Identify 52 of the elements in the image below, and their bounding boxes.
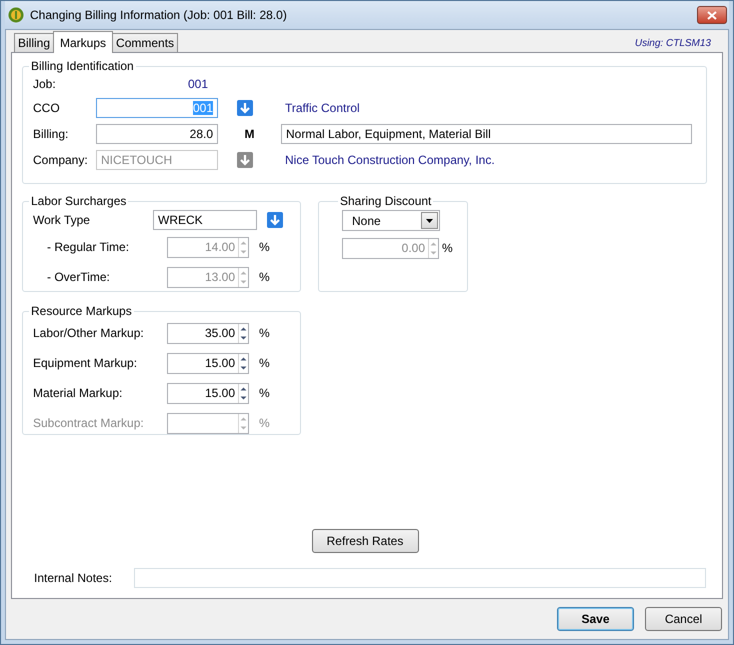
- internal-notes-label: Internal Notes:: [34, 571, 114, 585]
- spin-arrows-icon[interactable]: [238, 324, 248, 342]
- spin-field[interactable]: 35.00: [167, 322, 249, 344]
- tab[interactable]: Markups: [53, 31, 114, 53]
- company-description: Nice Touch Construction Company, Inc.: [285, 153, 495, 167]
- group-title: Billing Identification: [30, 59, 135, 73]
- spin-arrows-icon[interactable]: [238, 384, 248, 402]
- window-title: Changing Billing Information (Job: 001 Bill: 28.0): [30, 8, 288, 22]
- using-label: Using: CTLSM13: [634, 38, 711, 48]
- billing-code: M: [244, 127, 256, 141]
- tab[interactable]: Comments: [112, 33, 178, 52]
- field-label: Subcontract Markup:: [33, 416, 145, 430]
- group-title: Labor Surcharges: [30, 194, 128, 208]
- unit-label: %: [259, 240, 270, 254]
- unit-label: %: [259, 270, 270, 284]
- group-title: Resource Markups: [30, 304, 133, 318]
- spin-field[interactable]: 15.00: [167, 382, 249, 404]
- unit-label: %: [442, 241, 453, 255]
- spin-arrows-icon[interactable]: [238, 354, 248, 372]
- internal-notes-field[interactable]: [134, 568, 706, 588]
- down-arrow-icon[interactable]: [237, 100, 253, 116]
- billing-description-field[interactable]: Normal Labor, Equipment, Material Bill: [281, 124, 692, 144]
- field-label: Company:: [33, 153, 89, 167]
- close-button[interactable]: [697, 6, 727, 24]
- spin-field[interactable]: 15.00: [167, 352, 249, 374]
- field-label: Material Markup:: [33, 386, 124, 400]
- close-icon: [707, 10, 717, 20]
- billing-field[interactable]: 28.0: [96, 124, 218, 144]
- unit-label: %: [259, 356, 270, 370]
- app-icon: [8, 7, 24, 23]
- field-label: CCO: [33, 101, 61, 115]
- field-label: Work Type: [33, 213, 91, 227]
- dialog-button[interactable]: Save: [557, 607, 634, 631]
- field-label: - Regular Time:: [46, 240, 130, 254]
- dialog-button[interactable]: Cancel: [645, 607, 722, 631]
- down-arrow-icon[interactable]: [267, 212, 283, 228]
- cco-description: Traffic Control: [285, 101, 360, 115]
- field-label: Job:: [33, 77, 57, 91]
- field-label: Labor/Other Markup:: [33, 326, 145, 340]
- work-type-field[interactable]: WRECK: [153, 210, 257, 230]
- dropdown-arrow-icon: [426, 218, 433, 222]
- unit-label: %: [259, 326, 270, 340]
- tab[interactable]: Billing: [14, 33, 54, 52]
- group-title: Sharing Discount: [339, 194, 432, 208]
- field-label: - OverTime:: [46, 270, 111, 284]
- unit-label: %: [259, 386, 270, 400]
- field-label: Billing:: [33, 127, 70, 141]
- field-label: Equipment Markup:: [33, 356, 138, 370]
- down-arrow-icon[interactable]: [237, 152, 253, 168]
- refresh-rates-button[interactable]: Refresh Rates: [312, 529, 418, 553]
- unit-label: %: [259, 416, 270, 430]
- job-value: 001: [186, 77, 208, 91]
